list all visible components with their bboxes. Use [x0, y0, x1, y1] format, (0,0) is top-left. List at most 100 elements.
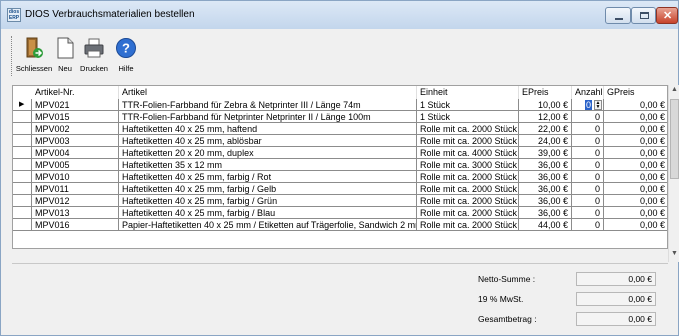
row-selector[interactable] — [13, 147, 32, 159]
printer-icon — [84, 38, 104, 58]
dios-app-icon: dios ERP — [7, 8, 21, 22]
cell-anzahl[interactable]: 0 — [572, 195, 604, 207]
quantity-value[interactable]: 0 — [584, 100, 592, 110]
cell-gpreis: 0,00 € — [604, 183, 667, 195]
cell-epreis: 44,00 € — [519, 219, 572, 231]
cell-epreis: 36,00 € — [519, 207, 572, 219]
neu-label: Neu — [58, 64, 72, 73]
column-header-anzahl[interactable]: Anzahl — [572, 86, 604, 99]
column-header-einheit[interactable]: Einheit — [417, 86, 519, 99]
cell-epreis: 36,00 € — [519, 183, 572, 195]
cell-nr: MPV003 — [32, 135, 119, 147]
scrollbar-thumb[interactable] — [670, 99, 679, 179]
cell-anzahl[interactable]: 0 — [572, 159, 604, 171]
netto-summe-label: Netto-Summe : — [478, 274, 536, 284]
close-button[interactable]: ✕ — [656, 7, 678, 24]
cell-artikel: Haftetiketten 40 x 25 mm, farbig / Gelb — [119, 183, 417, 195]
scroll-down-icon[interactable]: ▼ — [671, 250, 678, 257]
cell-einheit: 1 Stück — [417, 99, 519, 111]
table-row[interactable]: MPV004 Haftetiketten 20 x 20 mm, duplex Ro… — [13, 147, 667, 159]
row-selector[interactable] — [13, 171, 32, 183]
mwst-label: 19 % MwSt. — [478, 294, 524, 304]
row-selector[interactable] — [13, 195, 32, 207]
mwst-field: 0,00 € — [576, 292, 656, 306]
close-icon: ✕ — [663, 10, 673, 22]
column-header-artikel-nr[interactable]: Artikel-Nr. — [32, 86, 119, 99]
title-bar[interactable]: dios ERP DIOS Verbrauchsmaterialien beste… — [1, 1, 678, 29]
row-selector[interactable] — [13, 183, 32, 195]
row-selector[interactable] — [13, 219, 32, 231]
row-selector[interactable] — [13, 159, 32, 171]
maximize-icon — [640, 12, 649, 19]
cell-einheit: Rolle mit ca. 2000 Stück — [417, 219, 519, 231]
minimize-button[interactable] — [605, 7, 631, 24]
cell-nr: MPV015 — [32, 111, 119, 123]
table-row[interactable]: MPV015 TTR-Folien-Farbband für Netprinter… — [13, 111, 667, 123]
cell-einheit: Rolle mit ca. 2000 Stück — [417, 195, 519, 207]
cell-nr: MPV004 — [32, 147, 119, 159]
table-row[interactable]: MPV011 Haftetiketten 40 x 25 mm, farbig /… — [13, 183, 667, 195]
table-row[interactable]: MPV010 Haftetiketten 40 x 25 mm, farbig /… — [13, 171, 667, 183]
hilfe-label: Hilfe — [118, 64, 134, 73]
current-row-indicator-icon[interactable]: ▶ — [13, 99, 32, 111]
cell-epreis: 10,00 € — [519, 99, 572, 111]
cell-artikel: Haftetiketten 40 x 25 mm, farbig / Blau — [119, 207, 417, 219]
cell-anzahl[interactable]: 0 — [572, 111, 604, 123]
cell-gpreis: 0,00 € — [604, 123, 667, 135]
quantity-stepper[interactable]: 0 ▲ ▼ — [572, 99, 604, 111]
table-row[interactable]: MPV016 Papier-Haftetiketten 40 x 25 mm / … — [13, 219, 667, 231]
cell-anzahl[interactable]: 0 — [572, 183, 604, 195]
help-icon: ? — [116, 38, 136, 58]
table-row[interactable]: ▶ MPV021 TTR-Folien-Farbband für Zebra & N… — [13, 99, 667, 111]
cell-anzahl[interactable]: 0 — [572, 123, 604, 135]
neu-button[interactable]: Neu — [53, 34, 77, 78]
cell-epreis: 36,00 € — [519, 159, 572, 171]
cell-gpreis: 0,00 € — [604, 195, 667, 207]
cell-anzahl[interactable]: 0 — [572, 219, 604, 231]
spin-arrows-icon[interactable]: ▲ ▼ — [594, 100, 602, 110]
cell-nr: MPV012 — [32, 195, 119, 207]
cell-nr: MPV021 — [32, 99, 119, 111]
table-row[interactable]: MPV002 Haftetiketten 40 x 25 mm, haftend R… — [13, 123, 667, 135]
row-selector[interactable] — [13, 207, 32, 219]
vertical-scrollbar[interactable]: ▲ ▼ — [668, 85, 679, 262]
cell-anzahl[interactable]: 0 — [572, 135, 604, 147]
cell-nr: MPV013 — [32, 207, 119, 219]
cell-anzahl[interactable]: 0 — [572, 171, 604, 183]
svg-text:?: ? — [122, 41, 130, 56]
cell-gpreis: 0,00 € — [604, 135, 667, 147]
cell-einheit: Rolle mit ca. 2000 Stück — [417, 123, 519, 135]
column-header-epreis[interactable]: EPreis — [519, 86, 572, 99]
cell-epreis: 36,00 € — [519, 171, 572, 183]
cell-epreis: 36,00 € — [519, 195, 572, 207]
window-title: DIOS Verbrauchsmaterialien bestellen — [25, 9, 195, 20]
schliessen-button[interactable]: Schliessen — [15, 34, 53, 78]
table-row[interactable]: MPV003 Haftetiketten 40 x 25 mm, ablösba… — [13, 135, 667, 147]
row-selector[interactable] — [13, 111, 32, 123]
cell-gpreis: 0,00 € — [604, 111, 667, 123]
drucken-button[interactable]: Drucken — [77, 34, 111, 78]
column-header-artikel[interactable]: Artikel — [119, 86, 417, 99]
table-row[interactable]: MPV005 Haftetiketten 35 x 12 mm Rolle mit … — [13, 159, 667, 171]
cell-artikel: TTR-Folien-Farbband für Zebra & Netprint… — [119, 99, 417, 111]
row-selector[interactable] — [13, 123, 32, 135]
toolbar-grip[interactable] — [11, 36, 14, 76]
row-selector[interactable] — [13, 135, 32, 147]
cell-artikel: Haftetiketten 40 x 25 mm, farbig / Rot — [119, 171, 417, 183]
cell-artikel: Haftetiketten 35 x 12 mm — [119, 159, 417, 171]
cell-gpreis: 0,00 € — [604, 99, 667, 111]
hilfe-button[interactable]: ? Hilfe — [111, 34, 141, 78]
scroll-up-icon[interactable]: ▲ — [671, 86, 678, 93]
cell-nr: MPV002 — [32, 123, 119, 135]
cell-anzahl[interactable]: 0 — [572, 147, 604, 159]
table-row[interactable]: MPV013 Haftetiketten 40 x 25 mm, farbig /… — [13, 207, 667, 219]
order-window: dios ERP DIOS Verbrauchsmaterialien beste… — [0, 0, 679, 336]
cell-epreis: 22,00 € — [519, 123, 572, 135]
cell-artikel: Haftetiketten 20 x 20 mm, duplex — [119, 147, 417, 159]
cell-epreis: 24,00 € — [519, 135, 572, 147]
table-row[interactable]: MPV012 Haftetiketten 40 x 25 mm, farbig /… — [13, 195, 667, 207]
cell-anzahl[interactable]: 0 — [572, 207, 604, 219]
article-table: Artikel-Nr. Artikel Einheit EPreis Anzah… — [12, 85, 668, 249]
maximize-button[interactable] — [631, 7, 656, 24]
column-header-gpreis[interactable]: GPreis — [604, 86, 667, 99]
